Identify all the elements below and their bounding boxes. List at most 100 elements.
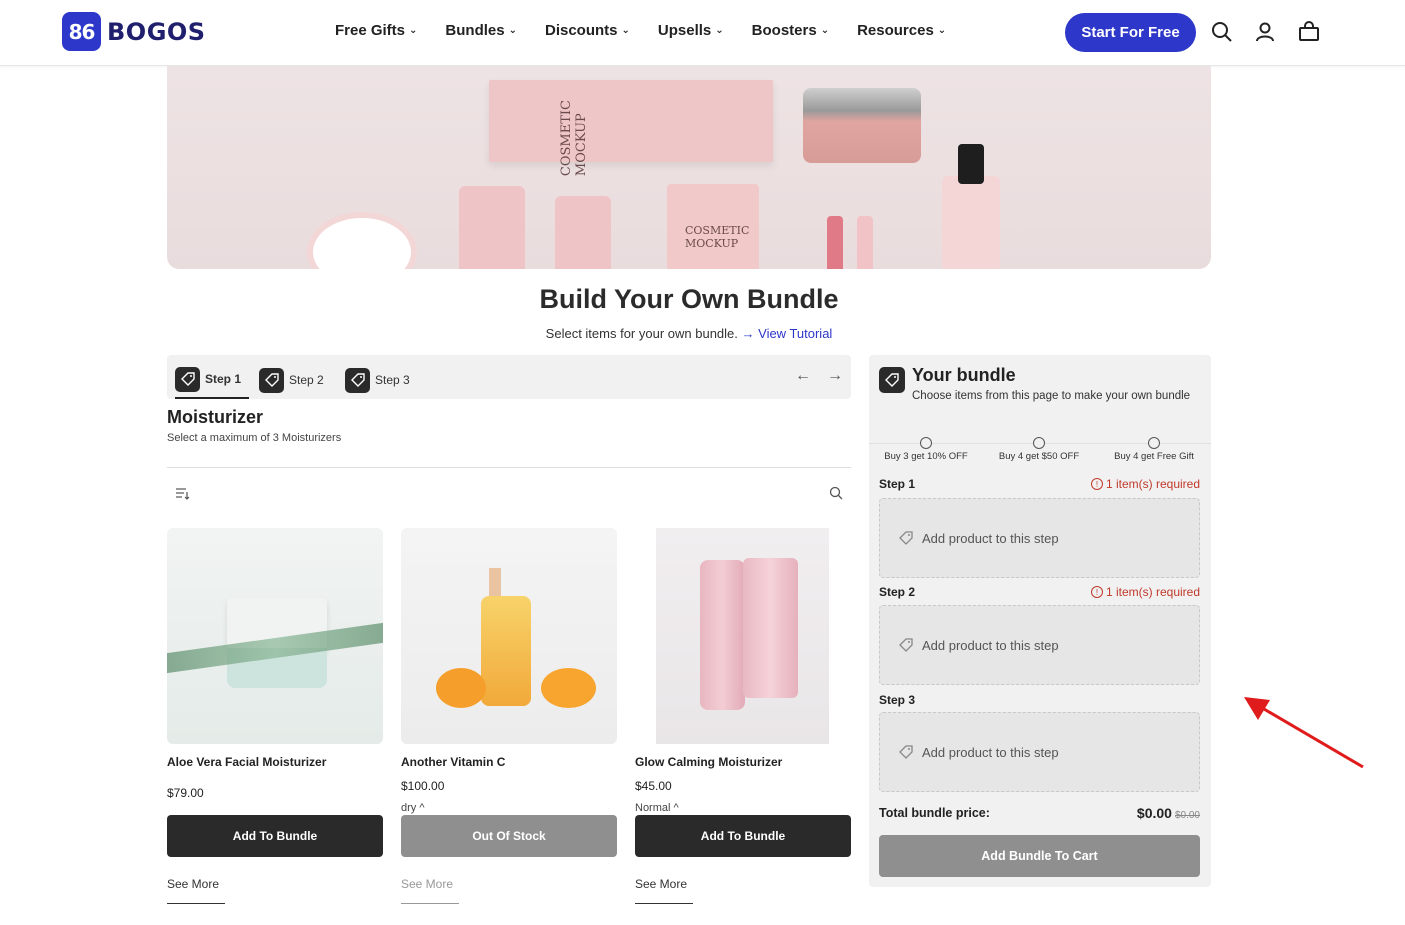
total-price: $0.00 $0.00 (1137, 805, 1200, 821)
see-more-link[interactable]: See More (635, 877, 693, 904)
nav-boosters[interactable]: Boosters ⌄ (752, 22, 829, 39)
tier-dot (1033, 437, 1045, 449)
tier-label: Buy 3 get 10% OFF (884, 451, 968, 462)
required-notice: ! 1 item(s) required (1090, 585, 1200, 599)
hero-sachet-label: COSMETIC MOCKUP (685, 224, 750, 250)
nav-label: Upsells (657, 22, 712, 39)
product-image-tube (700, 560, 745, 710)
required-notice: ! 1 item(s) required (1090, 477, 1200, 491)
see-more-link[interactable]: See More (167, 877, 225, 904)
bundle-slot-step-2[interactable]: Add product to this step (879, 605, 1200, 685)
tag-icon (879, 367, 905, 393)
search-icon[interactable] (829, 486, 843, 500)
see-more-link[interactable]: See More (401, 877, 459, 904)
product-image[interactable] (401, 528, 617, 744)
site-header: 86 BOGOS Free Gifts ⌄ Bundles ⌄ Discounts ⌄… (0, 0, 1405, 66)
chevron-down-icon: ⌄ (508, 25, 517, 36)
logo-mark: 86 (62, 12, 101, 51)
subtitle-text: Select items for your own bundle. (545, 326, 738, 341)
total-value: $0.00 (1136, 805, 1172, 821)
hero-lipstick (827, 216, 843, 269)
tag-icon (259, 367, 284, 393)
chevron-down-icon: ⌄ (820, 25, 830, 36)
chevron-down-icon: ⌄ (937, 25, 947, 36)
product-card: Another Vitamin C $100.00 dry ^ Out Of S… (401, 528, 617, 904)
product-card: Glow Calming Moisturizer $45.00 Normal ^… (635, 528, 851, 904)
cart-icon[interactable] (1297, 20, 1321, 44)
variant-select[interactable]: Normal ^ (635, 802, 851, 814)
arrow-left-icon[interactable]: ← (795, 367, 811, 385)
slot-text: Add product to this step (922, 744, 1059, 760)
tab-step-1[interactable]: Step 1 (175, 361, 250, 399)
product-card: Aloe Vera Facial Moisturizer $79.00 Add … (167, 528, 383, 904)
hero-dropper-bottle (942, 144, 1000, 269)
product-image-orange (436, 668, 486, 708)
variant-select[interactable]: dry ^ (401, 802, 617, 814)
view-tutorial-link[interactable]: → View Tutorial (742, 326, 833, 341)
tab-label: Step 2 (289, 373, 324, 387)
add-to-bundle-button[interactable]: Add To Bundle (167, 815, 383, 857)
chevron-down-icon: ⌄ (715, 25, 724, 36)
total-label: Total bundle price: (879, 806, 990, 820)
slot-text: Add product to this step (922, 637, 1059, 653)
tag-icon (175, 366, 200, 392)
product-name[interactable]: Aloe Vera Facial Moisturizer (167, 755, 383, 769)
tier-dot (1148, 437, 1160, 449)
product-name[interactable]: Another Vitamin C (401, 755, 617, 769)
hero-lipstick (857, 216, 873, 269)
tab-step-3[interactable]: Step 3 (345, 361, 410, 399)
nav-bundles[interactable]: Bundles ⌄ (445, 22, 517, 39)
hero-product-tube (459, 186, 525, 269)
add-to-bundle-button[interactable]: Add To Bundle (635, 815, 851, 857)
tier-1: Buy 3 get 10% OFF (881, 437, 971, 462)
alert-icon: ! (1090, 586, 1103, 598)
tier-label: Buy 4 get $50 OFF (998, 451, 1080, 462)
hero-product-jar-round (307, 212, 417, 269)
logo-text: BOGOS (107, 17, 206, 46)
product-image[interactable] (635, 528, 851, 744)
divider (167, 467, 851, 468)
hero-banner: COSMETIC MOCKUP COSMETIC MOCKUP (167, 66, 1211, 269)
product-price: $100.00 (401, 779, 445, 793)
nav-upsells[interactable]: Upsells ⌄ (658, 22, 724, 39)
bundle-step-label: Step 3 (879, 693, 916, 707)
tier-2: Buy 4 get $50 OFF (994, 437, 1084, 462)
tag-add-icon (899, 745, 913, 759)
page-title: Build Your Own Bundle (539, 284, 839, 314)
product-image-tube (743, 558, 798, 698)
nav-label: Bundles (445, 22, 505, 39)
sort-icon[interactable] (174, 486, 190, 502)
tier-dot (920, 437, 932, 449)
nav-label: Discounts (545, 22, 618, 39)
product-image[interactable] (167, 528, 383, 744)
nav-resources[interactable]: Resources ⌄ (857, 22, 946, 39)
hero-product-box: COSMETIC MOCKUP (489, 80, 773, 176)
product-image-orange (541, 668, 596, 708)
nav-label: Boosters (751, 22, 817, 39)
nav-label: Resources (857, 22, 934, 39)
nav-free-gifts[interactable]: Free Gifts ⌄ (335, 22, 417, 39)
tab-label: Step 3 (375, 373, 410, 387)
nav-discounts[interactable]: Discounts ⌄ (545, 22, 630, 39)
arrow-right-icon[interactable]: → (827, 367, 843, 385)
start-for-free-button[interactable]: Start For Free (1065, 13, 1196, 52)
required-text: 1 item(s) required (1105, 477, 1200, 491)
tier-3: Buy 4 get Free Gift (1107, 437, 1201, 462)
product-price: $45.00 (635, 779, 672, 793)
tab-step-2[interactable]: Step 2 (259, 361, 324, 399)
tag-add-icon (899, 638, 913, 652)
product-name[interactable]: Glow Calming Moisturizer (635, 755, 851, 769)
bundle-slot-step-3[interactable]: Add product to this step (879, 712, 1200, 792)
account-icon[interactable] (1253, 20, 1277, 44)
bundle-slot-step-1[interactable]: Add product to this step (879, 498, 1200, 578)
search-icon[interactable] (1210, 20, 1234, 44)
hero-product-jar (803, 88, 921, 163)
bundle-subtitle: Choose items from this page to make your… (912, 390, 1191, 402)
logo[interactable]: 86 BOGOS (62, 12, 206, 51)
total-original: $0.00 (1174, 810, 1200, 821)
annotation-arrow-icon (1244, 697, 1364, 769)
bundle-title: Your bundle (912, 365, 1016, 385)
product-image-dropper (489, 568, 501, 598)
add-bundle-to-cart-button[interactable]: Add Bundle To Cart (879, 835, 1200, 877)
hero-box-label: COSMETIC MOCKUP (559, 100, 589, 177)
